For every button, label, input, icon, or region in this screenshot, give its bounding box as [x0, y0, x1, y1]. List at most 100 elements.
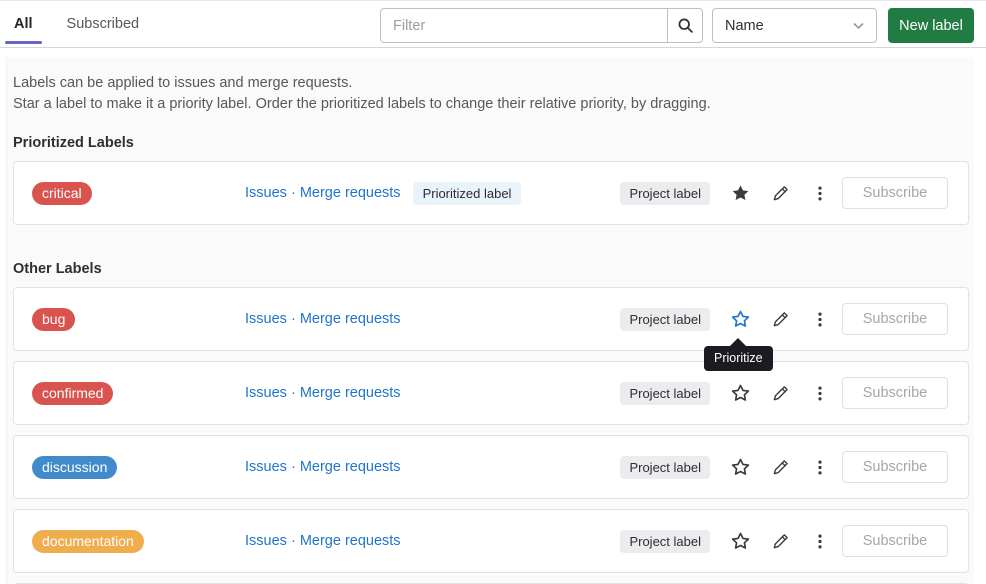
star-outline-icon: [731, 384, 750, 403]
links-separator: ·: [287, 385, 300, 401]
sort-dropdown-value: Name: [725, 18, 764, 34]
kebab-menu-icon: [812, 311, 828, 328]
merge-requests-link[interactable]: Merge requests: [300, 533, 401, 549]
edit-label-button[interactable]: [760, 449, 800, 485]
row-actions: Project label Subscribe: [620, 449, 968, 485]
prioritize-tooltip: Prioritize: [704, 346, 773, 371]
kebab-menu-icon: [812, 459, 828, 476]
links-separator: ·: [287, 459, 300, 475]
pencil-icon: [772, 533, 789, 550]
links-separator: ·: [287, 311, 300, 327]
tab-all[interactable]: All: [14, 16, 33, 32]
issues-link[interactable]: Issues: [245, 533, 287, 549]
issues-link[interactable]: Issues: [245, 385, 287, 401]
labels-description: Labels can be applied to issues and merg…: [13, 73, 974, 115]
links-separator: ·: [287, 533, 300, 549]
issues-link[interactable]: Issues: [245, 311, 287, 327]
label-options-menu-button[interactable]: [800, 175, 840, 211]
label-options-menu-button[interactable]: [800, 449, 840, 485]
merge-requests-link[interactable]: Merge requests: [300, 311, 401, 327]
section-heading: Prioritized Labels: [13, 133, 974, 153]
labels-toolbar: All Subscribed Name New label: [0, 1, 986, 48]
label-pill[interactable]: discussion: [32, 456, 117, 479]
label-pill[interactable]: critical: [32, 182, 92, 205]
prioritized-label-badge: Prioritized label: [413, 182, 522, 205]
pencil-icon: [772, 385, 789, 402]
label-name-cell: critical: [32, 182, 245, 205]
star-outline-icon: [731, 532, 750, 551]
label-name-cell: confirmed: [32, 382, 245, 405]
edit-label-button[interactable]: [760, 375, 800, 411]
project-label-badge: Project label: [620, 382, 710, 405]
subscribe-button[interactable]: Subscribe: [842, 303, 948, 335]
tab-subscribed[interactable]: Subscribed: [67, 16, 140, 32]
label-links: Issues · Merge requests: [245, 533, 401, 549]
label-name-cell: documentation: [32, 530, 245, 553]
chevron-down-icon: [853, 22, 864, 30]
kebab-menu-icon: [812, 185, 828, 202]
labels-tabs: All Subscribed: [14, 1, 139, 47]
label-options-menu-button[interactable]: [800, 523, 840, 559]
row-actions: Project label Subscribe: [620, 375, 968, 411]
subscribe-button[interactable]: Subscribe: [842, 177, 948, 209]
tooltip-arrow-icon: [730, 338, 746, 346]
links-separator: ·: [287, 185, 300, 201]
issues-link[interactable]: Issues: [245, 459, 287, 475]
issues-link[interactable]: Issues: [245, 185, 287, 201]
label-row-confirmed: confirmed Issues · Merge requests Projec…: [13, 361, 969, 425]
edit-label-button[interactable]: [760, 301, 800, 337]
label-links: Issues · Merge requests: [245, 459, 401, 475]
label-options-menu-button[interactable]: [800, 375, 840, 411]
star-filled-icon: [731, 184, 750, 203]
prioritize-star-button[interactable]: [720, 449, 760, 485]
edit-label-button[interactable]: [760, 523, 800, 559]
label-name-cell: discussion: [32, 456, 245, 479]
filter-group: [380, 8, 703, 43]
star-outline-icon: [731, 310, 750, 329]
edit-label-button[interactable]: [760, 175, 800, 211]
merge-requests-link[interactable]: Merge requests: [300, 459, 401, 475]
pencil-icon: [772, 185, 789, 202]
label-row-discussion: discussion Issues · Merge requests Proje…: [13, 435, 969, 499]
label-name-cell: bug: [32, 308, 245, 331]
subscribe-button[interactable]: Subscribe: [842, 451, 948, 483]
label-links: Issues · Merge requests: [245, 185, 401, 201]
subscribe-button[interactable]: Subscribe: [842, 377, 948, 409]
search-icon: [677, 17, 694, 34]
description-line-1: Labels can be applied to issues and merg…: [13, 73, 974, 94]
subscribe-button[interactable]: Subscribe: [842, 525, 948, 557]
tab-all-label: All: [14, 16, 33, 32]
label-row-critical: critical Issues · Merge requests Priorit…: [13, 161, 969, 225]
pencil-icon: [772, 311, 789, 328]
label-row-documentation: documentation Issues · Merge requests Pr…: [13, 509, 969, 573]
search-button[interactable]: [667, 8, 703, 43]
tooltip-text: Prioritize: [714, 351, 763, 365]
new-label-button[interactable]: New label: [888, 8, 974, 43]
sort-dropdown[interactable]: Name: [712, 8, 877, 43]
kebab-menu-icon: [812, 533, 828, 550]
kebab-menu-icon: [812, 385, 828, 402]
label-links: Issues · Merge requests: [245, 311, 401, 327]
project-label-badge: Project label: [620, 308, 710, 331]
merge-requests-link[interactable]: Merge requests: [300, 185, 401, 201]
row-actions: Project label Subscribe: [620, 175, 968, 211]
merge-requests-link[interactable]: Merge requests: [300, 385, 401, 401]
label-pill[interactable]: confirmed: [32, 382, 113, 405]
row-actions: Project label Subscribe: [620, 523, 968, 559]
label-pill[interactable]: documentation: [32, 530, 144, 553]
pencil-icon: [772, 459, 789, 476]
project-label-badge: Project label: [620, 530, 710, 553]
prioritize-star-button[interactable]: [720, 301, 760, 337]
prioritize-star-button[interactable]: [720, 375, 760, 411]
prioritize-star-button[interactable]: [720, 523, 760, 559]
active-tab-underline: [5, 41, 42, 44]
project-label-badge: Project label: [620, 456, 710, 479]
label-options-menu-button[interactable]: [800, 301, 840, 337]
description-line-2: Star a label to make it a priority label…: [13, 94, 974, 115]
filter-input[interactable]: [380, 8, 668, 43]
project-label-badge: Project label: [620, 182, 710, 205]
prioritize-star-button[interactable]: [720, 175, 760, 211]
label-pill[interactable]: bug: [32, 308, 75, 331]
star-outline-icon: [731, 458, 750, 477]
row-actions: Project label Subscribe: [620, 301, 968, 337]
